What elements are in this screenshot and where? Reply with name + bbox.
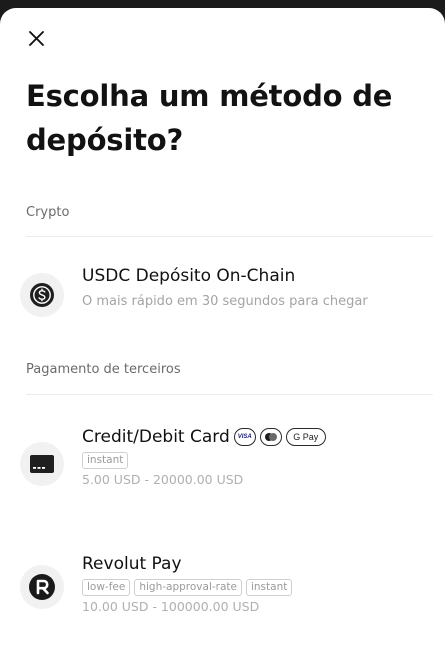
usdc-icon: [20, 273, 64, 317]
mastercard-badge: [259, 428, 282, 446]
method-body: Credit/Debit Card VISA G Pay instant 5.0…: [82, 426, 433, 488]
visa-badge: VISA: [233, 428, 256, 446]
tag-list: instant: [82, 452, 433, 469]
page-title: Escolha um método de depósito?: [26, 79, 393, 157]
method-title: USDC Depósito On-Chain: [82, 266, 296, 286]
method-title-row: Credit/Debit Card VISA G Pay: [82, 426, 433, 448]
close-button[interactable]: [22, 24, 52, 54]
method-title: Revolut Pay: [82, 554, 182, 574]
method-body: USDC Depósito On-Chain O mais rápido em …: [82, 265, 433, 311]
section-label-crypto: Crypto: [26, 205, 70, 220]
divider: [26, 394, 433, 395]
amount-range: 5.00 USD - 20000.00 USD: [82, 472, 244, 487]
method-usdc-onchain[interactable]: USDC Depósito On-Chain O mais rápido em …: [20, 265, 433, 327]
method-title: Credit/Debit Card: [82, 427, 230, 447]
amount-range: 10.00 USD - 100000.00 USD: [82, 599, 260, 614]
tag: high-approval-rate: [134, 579, 242, 596]
revolut-icon: [20, 565, 64, 609]
tag: low-fee: [82, 579, 131, 596]
section-label-third-party: Pagamento de terceiros: [26, 362, 181, 377]
close-icon: [29, 31, 44, 46]
method-body: Revolut Pay low-fee high-approval-rate i…: [82, 553, 433, 615]
mastercard-icon: [264, 433, 277, 441]
tag: instant: [82, 452, 129, 469]
tag: instant: [245, 579, 293, 596]
google-pay-badge: G Pay: [285, 428, 326, 446]
deposit-method-sheet: Escolha um método de depósito? Crypto US…: [0, 8, 445, 659]
method-credit-debit-card[interactable]: Credit/Debit Card VISA G Pay instant 5.0…: [20, 426, 433, 506]
method-revolut-pay[interactable]: Revolut Pay low-fee high-approval-rate i…: [20, 553, 433, 623]
method-subtitle: O mais rápido em 30 segundos para chegar: [82, 294, 368, 309]
tag-list: low-fee high-approval-rate instant: [82, 579, 433, 596]
credit-card-icon: [20, 442, 64, 486]
divider: [26, 236, 433, 237]
